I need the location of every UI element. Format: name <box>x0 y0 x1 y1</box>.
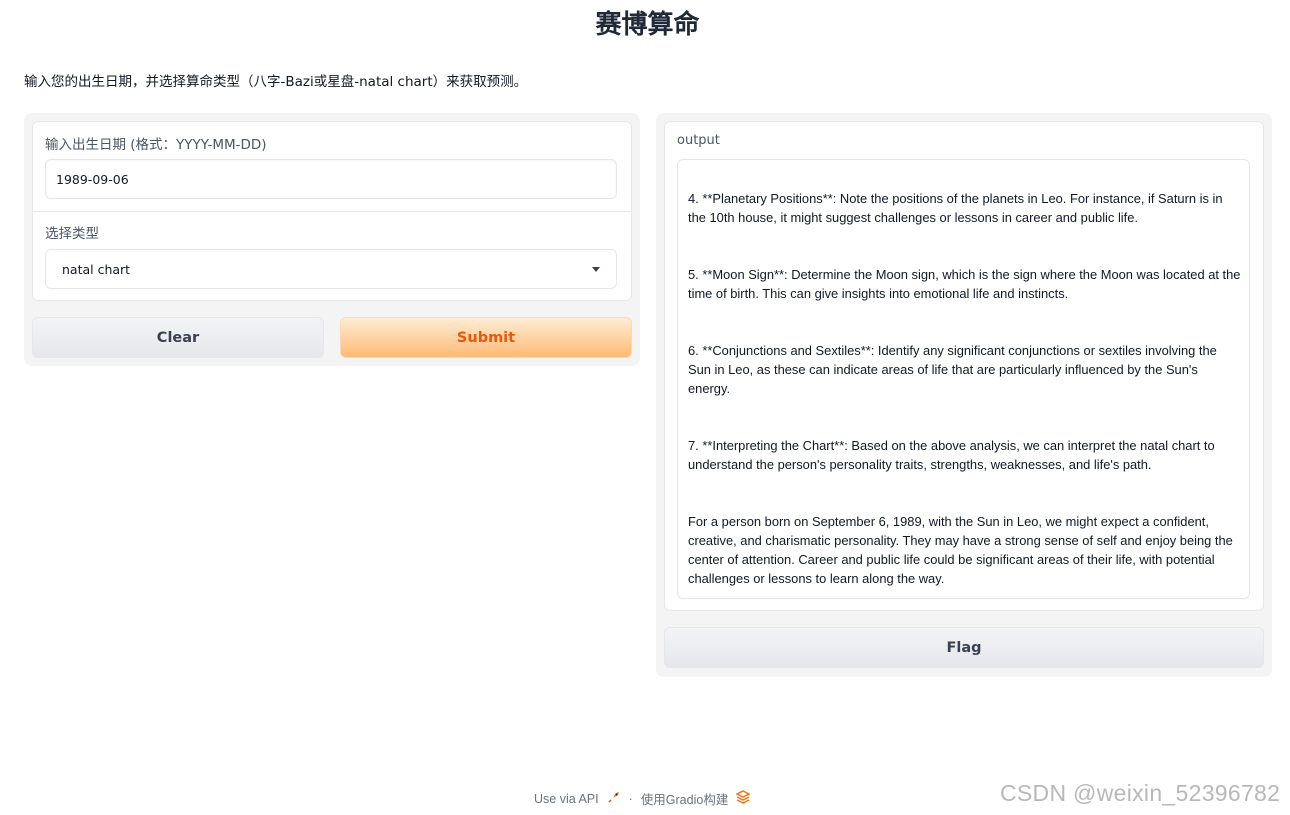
built-with-gradio-link[interactable]: 使用Gradio构建 <box>641 789 729 808</box>
page-description: 输入您的出生日期，并选择算命类型（八字-Bazi或星盘-natal chart）… <box>24 74 528 90</box>
type-dropdown[interactable]: natal chart <box>45 249 617 289</box>
output-panel: output 4. **Planetary Positions**: Note … <box>656 113 1272 677</box>
csdn-watermark: CSDN @weixin_52396782 <box>1000 780 1281 806</box>
birthdate-input[interactable]: 1989-09-06 <box>45 159 617 199</box>
output-paragraph: 5. **Moon Sign**: Determine the Moon sig… <box>688 267 1241 301</box>
gradio-app: 赛博算命 输入您的出生日期，并选择算命类型（八字-Bazi或星盘-natal c… <box>0 0 1290 815</box>
rocket-icon <box>607 790 621 807</box>
output-text: 4. **Planetary Positions**: Note the pos… <box>688 189 1243 598</box>
footer: Use via API · 使用Gradio构建 <box>534 789 752 808</box>
output-paragraph: 4. **Planetary Positions**: Note the pos… <box>688 191 1223 225</box>
type-label: 选择类型 <box>45 226 99 242</box>
flag-button[interactable]: Flag <box>664 627 1264 668</box>
form-card: 输入出生日期 (格式：YYYY-MM-DD) 1989-09-06 选择类型 n… <box>32 121 632 301</box>
output-textbox[interactable]: 4. **Planetary Positions**: Note the pos… <box>677 159 1250 599</box>
input-panel: 输入出生日期 (格式：YYYY-MM-DD) 1989-09-06 选择类型 n… <box>24 113 640 366</box>
page-title: 赛博算命 <box>595 10 700 40</box>
output-paragraph: 7. **Interpreting the Chart**: Based on … <box>688 438 1215 472</box>
use-via-api-link[interactable]: Use via API <box>534 792 599 806</box>
footer-separator: · <box>628 791 633 806</box>
caret-down-icon[interactable] <box>592 266 600 272</box>
type-dropdown-value: natal chart <box>62 261 131 277</box>
output-paragraph: For a person born on September 6, 1989, … <box>688 514 1233 586</box>
output-label: output <box>677 133 720 148</box>
birthdate-label: 输入出生日期 (格式：YYYY-MM-DD) <box>45 137 267 153</box>
clear-button[interactable]: Clear <box>32 317 324 358</box>
submit-button[interactable]: Submit <box>340 317 632 358</box>
field-divider <box>33 211 631 212</box>
output-paragraph: 6. **Conjunctions and Sextiles**: Identi… <box>688 343 1217 396</box>
output-card: output 4. **Planetary Positions**: Note … <box>664 121 1264 611</box>
gradio-logo-icon <box>735 790 752 807</box>
